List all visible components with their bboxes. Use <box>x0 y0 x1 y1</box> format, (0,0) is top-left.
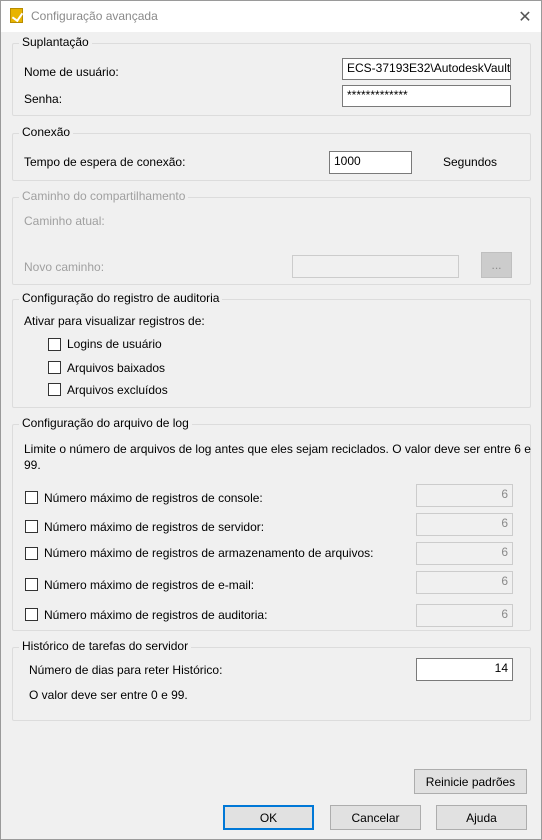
advanced-settings-dialog: Configuração avançada ✕ Suplantação Nome… <box>0 0 542 840</box>
timeout-field[interactable]: 1000 <box>329 151 412 174</box>
help-button[interactable]: Ajuda <box>436 805 527 830</box>
new-path-label: Novo caminho: <box>24 260 105 274</box>
password-field[interactable]: ************* <box>342 85 511 107</box>
console-logs-field[interactable]: 6 <box>416 484 513 507</box>
new-path-field[interactable] <box>292 255 459 278</box>
filestore-logs-label[interactable]: Número máximo de registros de armazename… <box>44 546 373 560</box>
audit-intro: Ativar para visualizar registros de: <box>24 314 205 328</box>
audit-logs-field[interactable]: 6 <box>416 604 513 627</box>
audit-downloads-label[interactable]: Arquivos baixados <box>67 361 165 375</box>
impersonation-legend: Suplantação <box>19 35 92 49</box>
username-field[interactable]: ECS-37193E32\AutodeskVault <box>342 58 511 80</box>
history-note: O valor deve ser entre 0 e 99. <box>29 688 188 702</box>
current-path-label: Caminho atual: <box>24 214 105 228</box>
console-logs-label[interactable]: Número máximo de registros de console: <box>44 491 263 505</box>
title-bar: Configuração avançada ✕ <box>1 1 541 32</box>
history-days-label: Número de dias para reter Histórico: <box>29 663 223 677</box>
email-logs-label[interactable]: Número máximo de registros de e-mail: <box>44 578 254 592</box>
server-logs-label[interactable]: Número máximo de registros de servidor: <box>44 520 264 534</box>
server-logs-field[interactable]: 6 <box>416 513 513 536</box>
username-label: Nome de usuário: <box>24 65 119 79</box>
audit-logs-label[interactable]: Número máximo de registros de auditoria: <box>44 608 267 622</box>
browse-button[interactable]: ... <box>481 252 512 278</box>
logfile-description-line1: Limite o número de arquivos de log antes… <box>24 442 531 456</box>
filestore-logs-checkbox[interactable] <box>25 547 38 560</box>
timeout-unit-label: Segundos <box>443 155 498 169</box>
filestore-logs-field[interactable]: 6 <box>416 542 513 565</box>
cancel-button[interactable]: Cancelar <box>330 805 421 830</box>
close-icon[interactable]: ✕ <box>509 1 541 32</box>
history-days-field[interactable]: 14 <box>416 658 513 681</box>
email-logs-field[interactable]: 6 <box>416 571 513 594</box>
window-title: Configuração avançada <box>31 9 158 23</box>
logfile-legend: Configuração do arquivo de log <box>19 416 192 430</box>
audit-legend: Configuração do registro de auditoria <box>19 291 223 305</box>
reset-defaults-button[interactable]: Reinicie padrões <box>414 769 527 794</box>
share-path-legend: Caminho do compartilhamento <box>19 189 189 203</box>
server-logs-checkbox[interactable] <box>25 520 38 533</box>
timeout-label: Tempo de espera de conexão: <box>24 155 186 169</box>
logfile-description-line2: 99. <box>24 458 41 472</box>
history-legend: Histórico de tarefas do servidor <box>19 639 192 653</box>
console-logs-checkbox[interactable] <box>25 491 38 504</box>
email-logs-checkbox[interactable] <box>25 578 38 591</box>
vault-app-icon <box>10 8 23 23</box>
audit-logins-checkbox[interactable] <box>48 338 61 351</box>
audit-logs-checkbox[interactable] <box>25 608 38 621</box>
ok-button[interactable]: OK <box>223 805 314 830</box>
audit-downloads-checkbox[interactable] <box>48 361 61 374</box>
connection-legend: Conexão <box>19 125 74 139</box>
audit-deleted-checkbox[interactable] <box>48 383 61 396</box>
audit-logins-label[interactable]: Logins de usuário <box>67 337 162 351</box>
password-label: Senha: <box>24 92 63 106</box>
audit-deleted-label[interactable]: Arquivos excluídos <box>67 383 168 397</box>
